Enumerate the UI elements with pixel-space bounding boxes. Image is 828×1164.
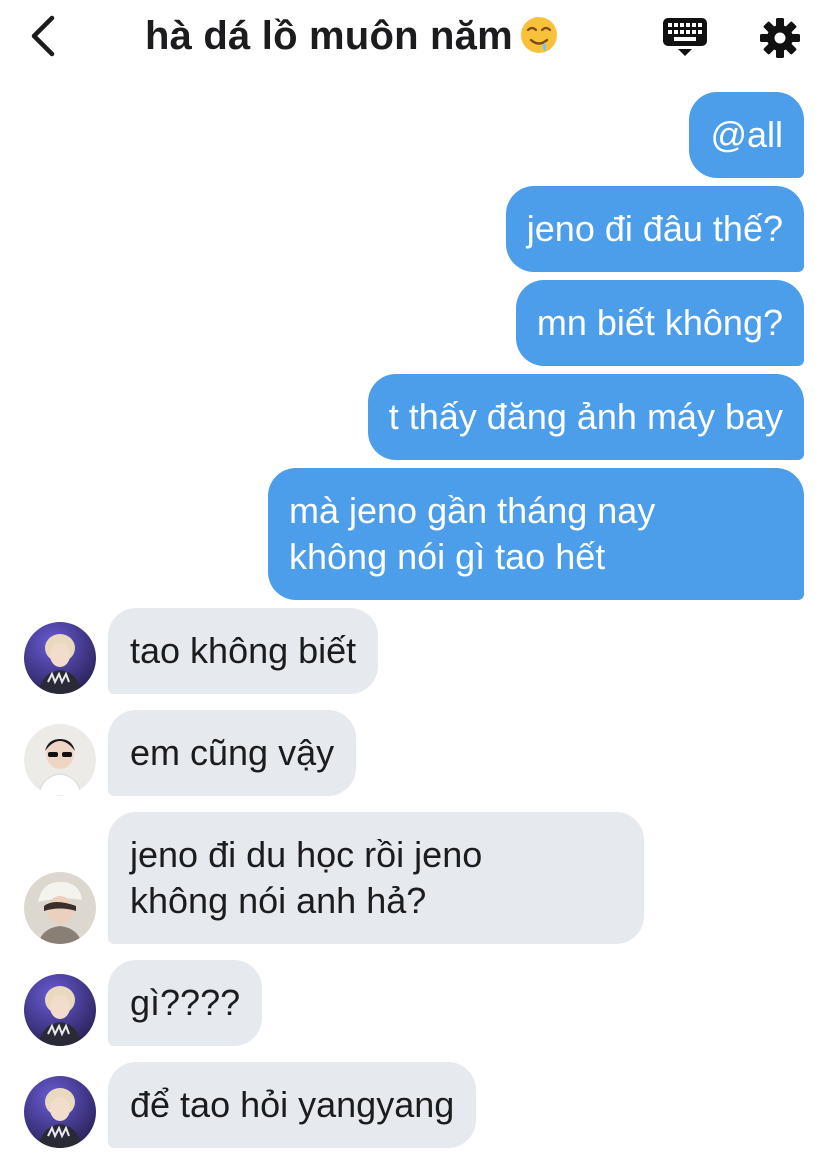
message-text-line: mà jeno gần tháng nay (289, 490, 656, 531)
message-text: em cũng vậy (130, 732, 335, 773)
outgoing-message[interactable]: @all (689, 92, 804, 178)
message-text: gì???? (130, 982, 241, 1023)
keyboard-button[interactable] (661, 14, 709, 58)
avatar-photo (24, 974, 96, 1046)
chevron-left-icon (31, 15, 55, 57)
sender-avatar[interactable] (24, 872, 96, 944)
back-button[interactable] (22, 12, 70, 60)
sender-avatar[interactable] (24, 622, 96, 694)
settings-button[interactable] (756, 14, 804, 62)
avatar-photo (24, 724, 96, 796)
message-text: mn biết không? (536, 302, 783, 343)
message-text-line: không nói anh hả? (130, 880, 427, 921)
chat-title-text: hà dá lồ muôn năm (145, 14, 513, 58)
message-text: t thấy đăng ảnh máy bay (388, 396, 783, 437)
incoming-message[interactable]: tao không biết (108, 608, 379, 694)
message-text-line: jeno đi du học rồi jeno (130, 834, 483, 875)
outgoing-message[interactable]: t thấy đăng ảnh máy bay (367, 374, 804, 460)
sender-avatar[interactable] (24, 1076, 96, 1148)
message-text: để tao hỏi yangyang (130, 1084, 455, 1125)
outgoing-message[interactable]: mà jeno gần tháng nay không nói gì tao h… (268, 468, 804, 600)
keyboard-icon (663, 18, 707, 56)
message-text: @all (710, 114, 783, 155)
chat-title: hà dá lồ muôn năm (145, 10, 559, 62)
avatar-photo (24, 872, 96, 944)
message-text-line: không nói gì tao hết (289, 536, 606, 577)
message-text: jeno đi đâu thế? (526, 208, 783, 249)
drooling-face-icon (520, 17, 557, 53)
incoming-message[interactable]: để tao hỏi yangyang (108, 1062, 477, 1148)
chat-header: hà dá lồ muôn năm (0, 0, 828, 80)
incoming-message[interactable]: jeno đi du học rồi jeno không nói anh hả… (108, 812, 644, 944)
sender-avatar[interactable] (24, 724, 96, 796)
message-text: tao không biết (130, 630, 357, 671)
incoming-message[interactable]: gì???? (108, 960, 263, 1046)
avatar-photo (24, 1076, 96, 1148)
outgoing-message[interactable]: jeno đi đâu thế? (505, 186, 804, 272)
outgoing-message[interactable]: mn biết không? (515, 280, 804, 366)
incoming-message[interactable]: em cũng vậy (108, 710, 357, 796)
sender-avatar[interactable] (24, 974, 96, 1046)
avatar-photo (24, 622, 96, 694)
gear-icon (760, 18, 800, 58)
